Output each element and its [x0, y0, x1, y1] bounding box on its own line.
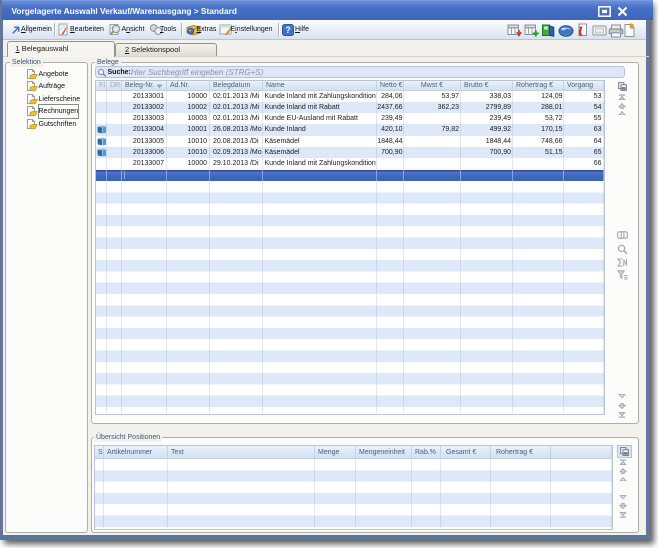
svg-text:?: ?: [285, 25, 290, 35]
